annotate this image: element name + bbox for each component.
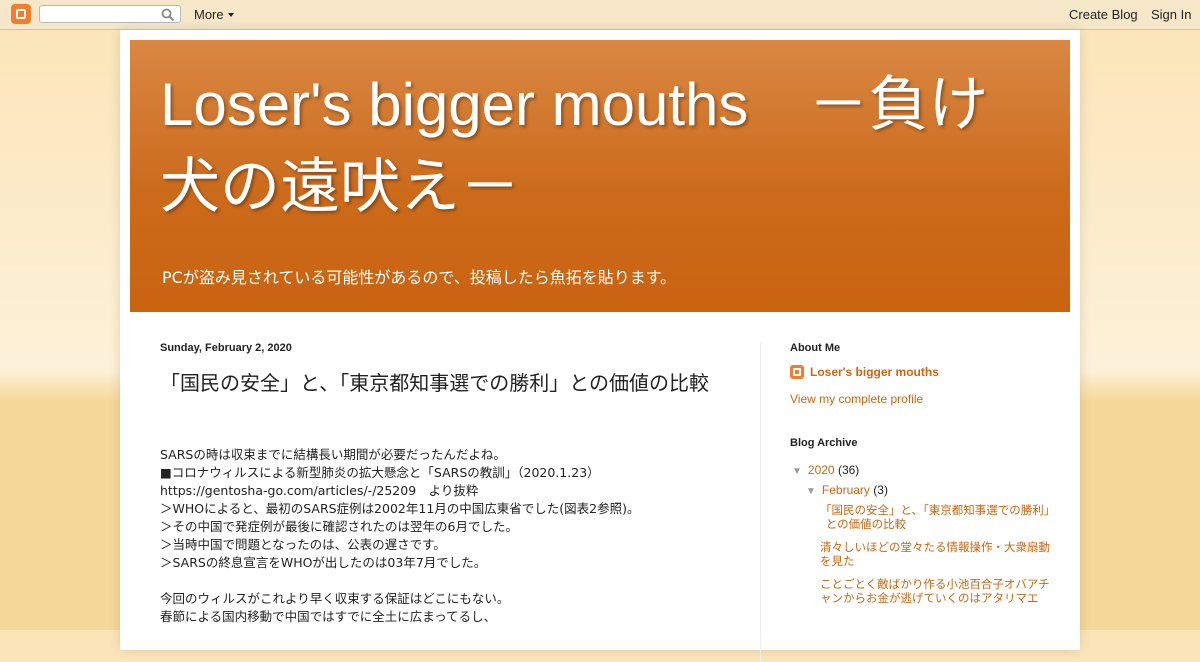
blog-archive-title: Blog Archive <box>790 437 858 449</box>
collapse-toggle-icon[interactable]: ▼ <box>806 486 816 497</box>
archive-month-link[interactable]: February <box>822 483 870 497</box>
blog-container: Loser's bigger mouths －負け犬の遠吠え－ PCが盗み見され… <box>120 30 1080 662</box>
archive-year-count: (36) <box>837 463 860 477</box>
post-body-line <box>160 572 740 590</box>
more-menu-button[interactable]: More <box>194 7 234 22</box>
archive-post-link[interactable]: 「国民の安全」と、「東京都知事選での勝利」との価値の比較 <box>820 503 1056 531</box>
post-body-line: 今回のウィルスがこれより早く収束する保証はどこにもない。 <box>160 591 510 606</box>
archive-year-link[interactable]: 2020 <box>808 463 835 477</box>
post-body-line: SARSの時は収束までに結構長い期間が必要だったんだよね。 <box>160 447 506 462</box>
sign-in-link[interactable]: Sign In <box>1151 7 1191 22</box>
post-body-line: ＞WHOによると、最初のSARS症例は2002年11月の中国広東省でした(図表2… <box>160 501 640 516</box>
profile-name-link[interactable]: Loser's bigger mouths <box>790 365 939 379</box>
about-me-title: About Me <box>790 342 841 354</box>
blog-description: PCが盗み見されている可能性があるので、投稿したら魚拓を貼ります。 <box>162 268 677 287</box>
archive-month-count: (3) <box>873 483 888 497</box>
post-body-line: ＞SARSの終息宣言をWHOが出したのは03年7月でした。 <box>160 555 487 570</box>
blogger-profile-icon <box>790 365 804 379</box>
archive-month-february: ▼ February (3) <box>806 483 888 497</box>
archive-post-link[interactable]: 清々しいほどの堂々たる情報操作・大衆扇動を見た <box>820 540 1050 568</box>
post-title[interactable]: 「国民の安全」と、「東京都知事選での勝利」との価値の比較 <box>160 368 735 398</box>
column-divider <box>760 342 761 662</box>
create-blog-link[interactable]: Create Blog <box>1069 7 1138 22</box>
more-label: More <box>194 7 224 22</box>
post-body-line: https://gentosha-go.com/articles/-/25209… <box>160 483 479 498</box>
collapse-toggle-icon[interactable]: ▼ <box>792 466 802 477</box>
search-input[interactable] <box>44 7 163 23</box>
view-profile-link[interactable]: View my complete profile <box>790 392 923 406</box>
post-body-line: ■コロナウィルスによる新型肺炎の拡大懸念と「SARSの教訓」（2020.1.23… <box>160 465 600 480</box>
navbar-search[interactable] <box>39 5 181 23</box>
post-date: Sunday, February 2, 2020 <box>160 342 292 354</box>
post-body: SARSの時は収束までに結構長い期間が必要だったんだよね。 ■コロナウィルスによ… <box>160 446 740 626</box>
post-body-line: 春節による国内移動で中国ではすでに全土に広まってるし、 <box>160 609 497 624</box>
blogger-logo-icon[interactable] <box>11 4 31 24</box>
post-body-line: ＞当時中国で問題となったのは、公表の遅さです。 <box>160 537 446 552</box>
blog-header: Loser's bigger mouths －負け犬の遠吠え－ PCが盗み見され… <box>130 40 1070 312</box>
caret-down-icon <box>227 13 234 17</box>
blogger-navbar: More Create Blog Sign In <box>0 0 1200 30</box>
profile-name: Loser's bigger mouths <box>810 365 939 379</box>
search-icon[interactable] <box>161 8 175 22</box>
post-body-line: ＞その中国で発症例が最後に確認されたのは翌年の6月でした。 <box>160 519 518 534</box>
blog-title[interactable]: Loser's bigger mouths －負け犬の遠吠え－ <box>160 64 1040 228</box>
archive-year-2020: ▼ 2020 (36) <box>792 463 859 477</box>
archive-post-link[interactable]: ことごとく敵ばかり作る小池百合子オバアチャンからお金が逃げていくのはアタリマエ <box>820 577 1050 605</box>
